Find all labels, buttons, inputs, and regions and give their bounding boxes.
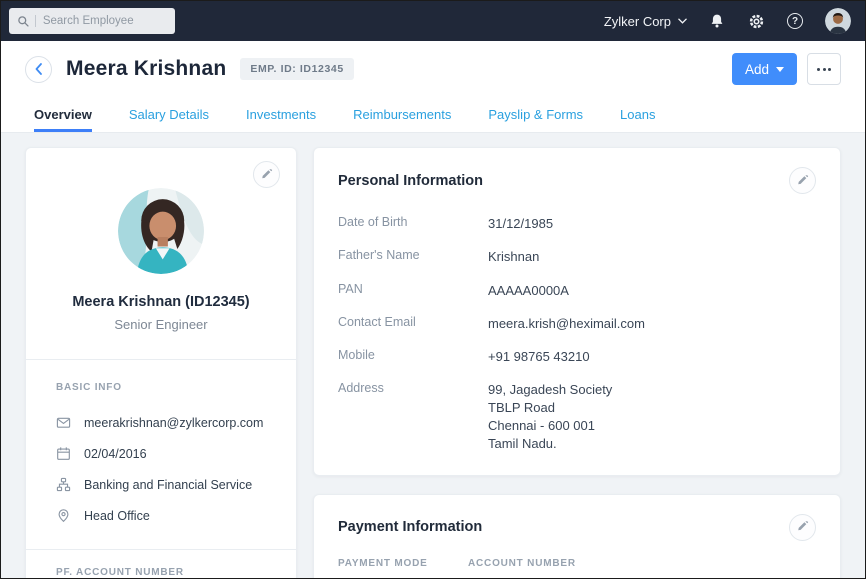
info-row-contact-email: Contact Email meera.krish@heximail.com <box>338 315 816 333</box>
tab-investments[interactable]: Investments <box>246 97 316 132</box>
pencil-icon <box>797 175 809 187</box>
employee-department: Banking and Financial Service <box>84 478 252 492</box>
basic-info-section: BASIC INFO meerakrishnan@zylkercorp.com … <box>26 360 296 545</box>
payment-information-card: Payment Information PAYMENT MODE Bank Tr… <box>313 494 841 578</box>
field-value: +91 98765 43210 <box>488 348 816 366</box>
field-label: Mobile <box>338 348 488 366</box>
calendar-icon <box>56 446 71 461</box>
employee-photo <box>118 188 204 274</box>
field-label: Date of Birth <box>338 215 488 233</box>
employee-profile-card: Meera Krishnan (ID12345) Senior Engineer… <box>25 147 297 578</box>
payment-mode-field: PAYMENT MODE Bank Transfer <box>338 558 468 578</box>
tab-label: Investments <box>246 107 316 122</box>
personal-information-card: Personal Information Date of Birth 31/12… <box>313 147 841 476</box>
list-item-email: meerakrishnan@zylkercorp.com <box>56 415 266 430</box>
pf-account-label: PF. ACCOUNT NUMBER <box>56 567 266 578</box>
back-button[interactable] <box>25 56 52 83</box>
search-divider <box>35 15 36 27</box>
info-row-date-of-birth: Date of Birth 31/12/1985 <box>338 215 816 233</box>
tab-label: Salary Details <box>129 107 209 122</box>
tab-loans[interactable]: Loans <box>620 97 655 132</box>
edit-payment-info-button[interactable] <box>789 514 816 541</box>
tab-label: Payslip & Forms <box>488 107 583 122</box>
tab-payslip-forms[interactable]: Payslip & Forms <box>488 97 583 132</box>
notifications-bell-icon[interactable] <box>708 12 726 30</box>
info-row-fathers-name: Father's Name Krishnan <box>338 248 816 266</box>
employee-name: Meera Krishnan (ID12345) <box>26 294 296 310</box>
tab-reimbursements[interactable]: Reimbursements <box>353 97 451 132</box>
chevron-down-icon <box>678 18 687 24</box>
info-row-mobile: Mobile +91 98765 43210 <box>338 348 816 366</box>
field-value: 31/12/1985 <box>488 215 816 233</box>
edit-profile-button[interactable] <box>253 161 280 188</box>
tab-label: Reimbursements <box>353 107 451 122</box>
more-icon <box>817 68 820 71</box>
department-icon <box>56 477 71 492</box>
edit-personal-info-button[interactable] <box>789 167 816 194</box>
envelope-icon <box>56 415 71 430</box>
more-options-button[interactable] <box>807 53 841 85</box>
payment-mode-label: PAYMENT MODE <box>338 558 468 569</box>
account-number-label: ACCOUNT NUMBER <box>468 558 576 569</box>
settings-gear-icon[interactable] <box>747 12 765 30</box>
page-header: Meera Krishnan EMP. ID: ID12345 Add <box>1 41 865 97</box>
field-label: Father's Name <box>338 248 488 266</box>
employee-join-date: 02/04/2016 <box>84 447 147 461</box>
field-label: Contact Email <box>338 315 488 333</box>
pencil-icon <box>797 521 809 533</box>
list-item-work-location: Head Office <box>56 508 266 523</box>
info-row-address: Address 99, Jagadesh Society TBLP Road C… <box>338 381 816 452</box>
user-avatar[interactable] <box>825 8 851 34</box>
field-value: meera.krish@heximail.com <box>488 315 816 333</box>
basic-info-title: BASIC INFO <box>56 382 266 393</box>
add-button-label: Add <box>745 62 769 77</box>
personal-information-title: Personal Information <box>338 173 483 189</box>
payment-information-title: Payment Information <box>338 519 482 535</box>
topbar: Zylker Corp ? <box>1 1 865 41</box>
employee-search[interactable] <box>9 8 175 34</box>
caret-down-icon <box>776 67 784 72</box>
field-value: 99, Jagadesh Society TBLP Road Chennai -… <box>488 381 816 452</box>
field-value: Krishnan <box>488 248 816 266</box>
field-value: AAAAA0000A <box>488 282 816 300</box>
pf-account-section: PF. ACCOUNT NUMBER AA/AAA/0000000/000/00… <box>26 550 296 578</box>
help-icon[interactable]: ? <box>786 12 804 30</box>
main-content: Meera Krishnan (ID12345) Senior Engineer… <box>1 133 865 578</box>
page-title: Meera Krishnan <box>66 57 226 81</box>
detail-column: Personal Information Date of Birth 31/12… <box>313 147 841 578</box>
employee-id-badge: EMP. ID: ID12345 <box>240 58 353 80</box>
tab-salary-details[interactable]: Salary Details <box>129 97 209 132</box>
employee-work-location: Head Office <box>84 509 150 523</box>
tab-label: Overview <box>34 107 92 122</box>
info-row-pan: PAN AAAAA0000A <box>338 282 816 300</box>
account-number-field: ACCOUNT NUMBER XXXX1234 <box>468 558 576 578</box>
search-icon <box>17 15 30 28</box>
field-label: Address <box>338 381 488 452</box>
tab-bar: Overview Salary Details Investments Reim… <box>1 97 865 133</box>
org-name: Zylker Corp <box>604 14 671 29</box>
list-item-department: Banking and Financial Service <box>56 477 266 492</box>
org-switcher[interactable]: Zylker Corp <box>604 14 687 29</box>
field-label: PAN <box>338 282 488 300</box>
tab-label: Loans <box>620 107 655 122</box>
employee-designation: Senior Engineer <box>26 317 296 332</box>
pencil-icon <box>261 169 273 181</box>
list-item-join-date: 02/04/2016 <box>56 446 266 461</box>
search-input[interactable] <box>43 15 167 27</box>
location-icon <box>56 508 71 523</box>
employee-email: meerakrishnan@zylkercorp.com <box>84 416 263 430</box>
tab-overview[interactable]: Overview <box>34 97 92 132</box>
add-button[interactable]: Add <box>732 53 797 85</box>
